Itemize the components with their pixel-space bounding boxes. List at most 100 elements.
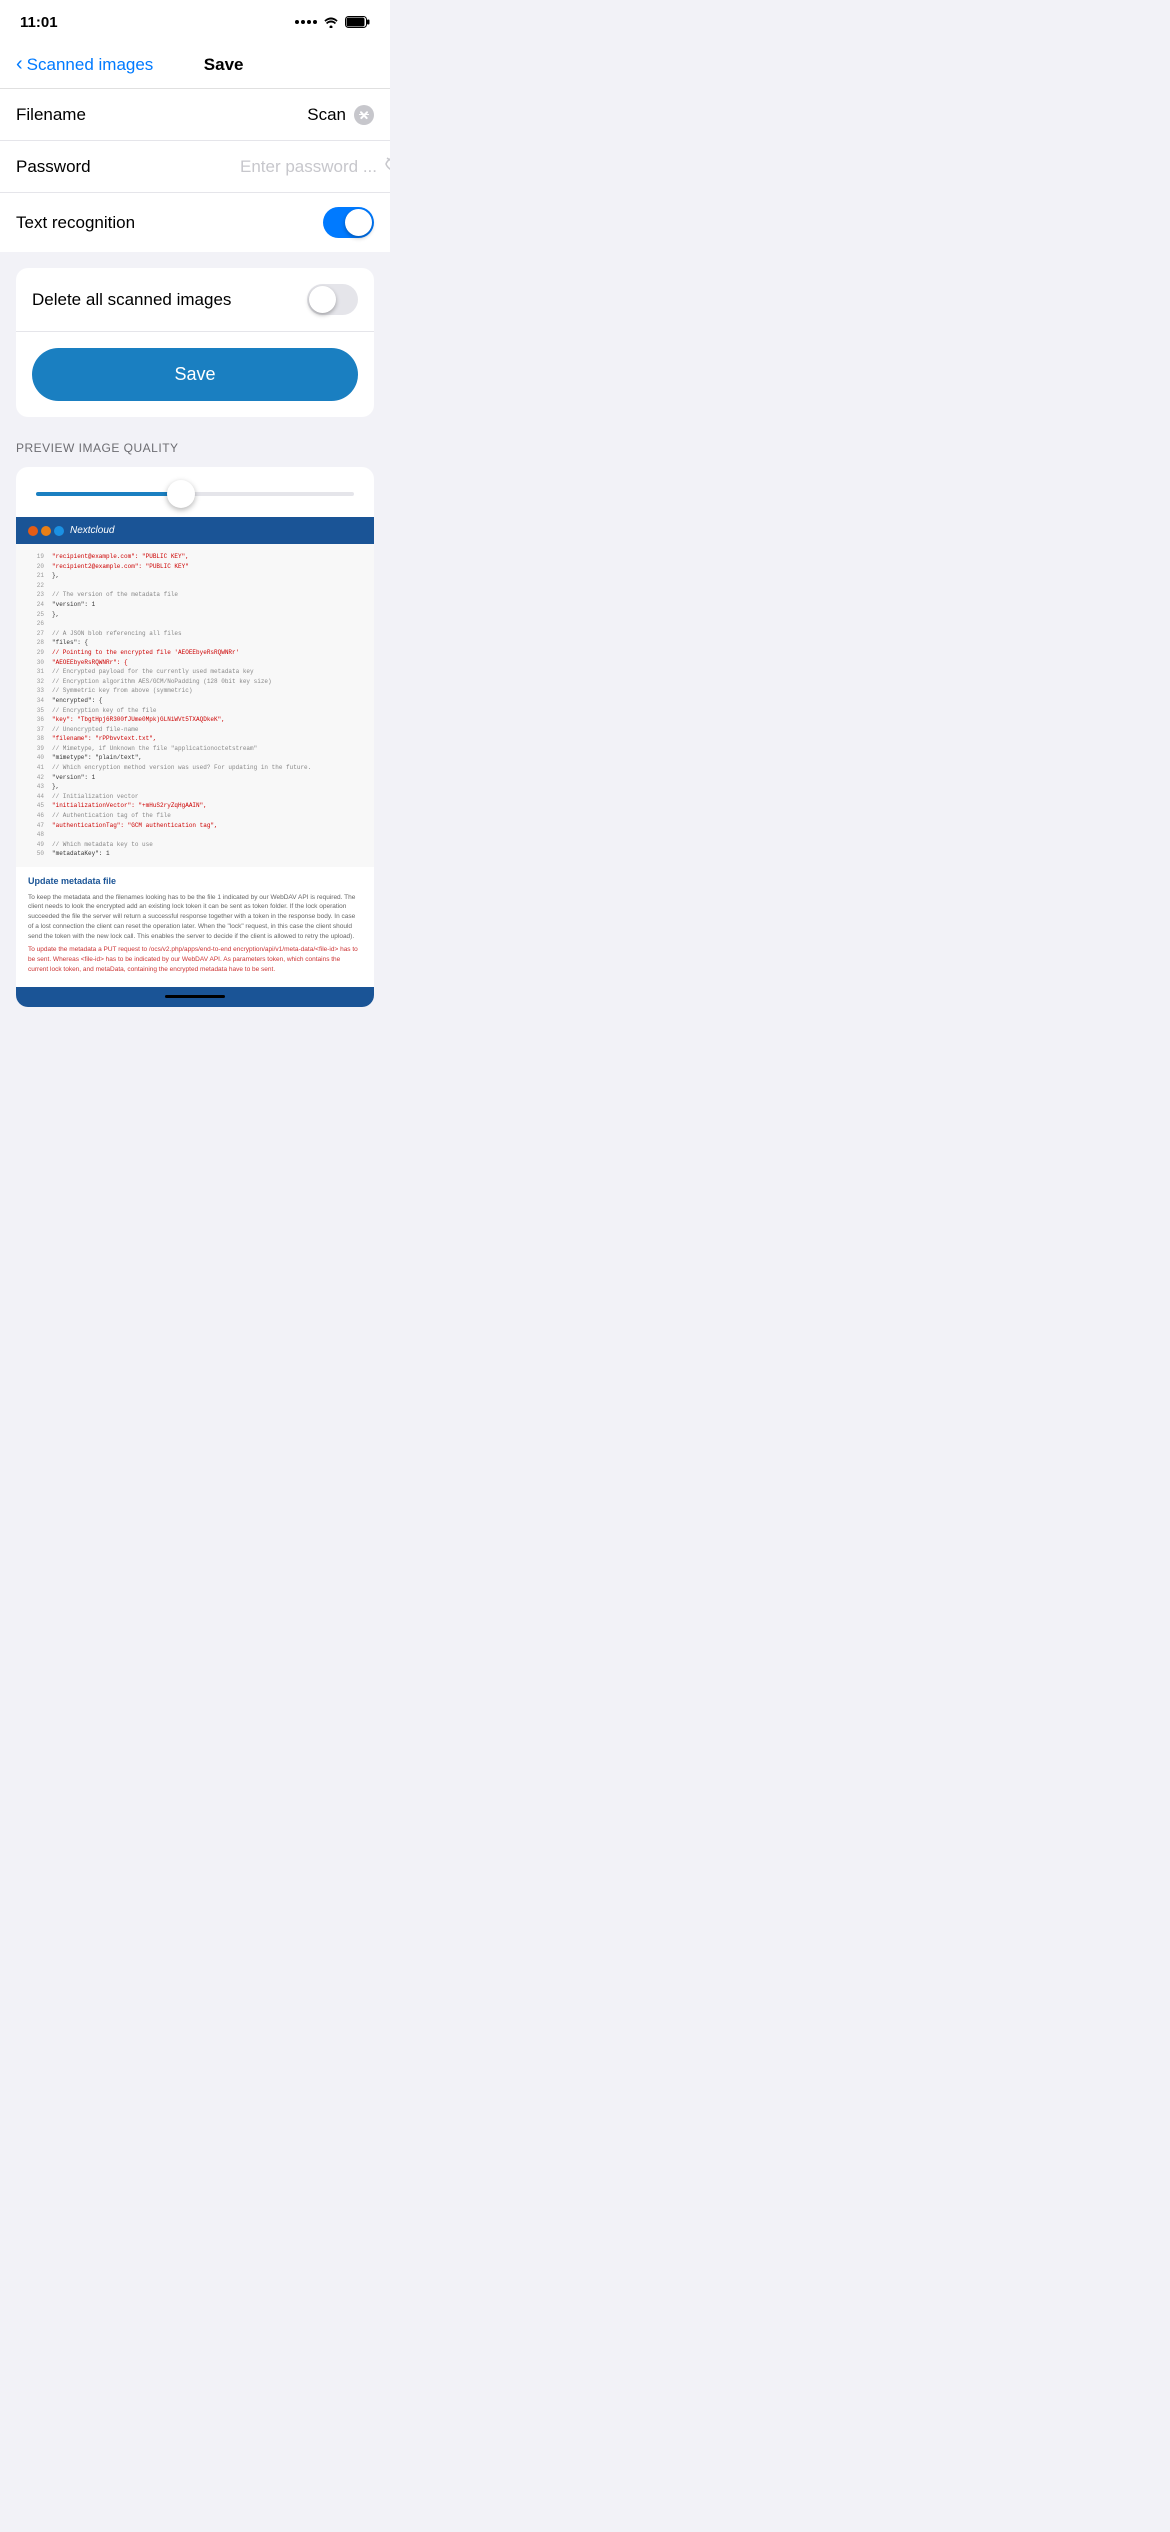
- text-paragraph: To keep the metadata and the filenames l…: [28, 893, 362, 942]
- delete-label: Delete all scanned images: [32, 290, 307, 310]
- code-line: 43},: [26, 782, 364, 792]
- line-number: 23: [26, 590, 44, 600]
- line-code: // Mimetype, if Unknown the file "applic…: [52, 744, 364, 754]
- code-line: 39 // Mimetype, if Unknown the file "appl…: [26, 744, 364, 754]
- line-code: "mimetype": "plain/text",: [52, 753, 364, 763]
- line-code: // Symmetric key from above (symmetric): [52, 686, 364, 696]
- code-line: 44// Initialization vector: [26, 792, 364, 802]
- password-label: Password: [16, 157, 156, 177]
- nav-title: Save: [153, 55, 294, 75]
- code-line: 27 // A JSON blob referencing all files: [26, 629, 364, 639]
- code-line: 31// Encrypted payload for the currently…: [26, 667, 364, 677]
- line-number: 27: [26, 629, 44, 639]
- line-code: // Unencrypted file-name: [52, 725, 364, 735]
- back-chevron-icon: ‹: [16, 53, 23, 76]
- code-line: 23 // The version of the metadata file: [26, 590, 364, 600]
- line-number: 28: [26, 638, 44, 648]
- code-line: 42 "version": 1: [26, 773, 364, 783]
- text-paragraph: To update the metadata a PUT request to …: [28, 945, 362, 974]
- home-indicator: [165, 995, 225, 998]
- nextcloud-header-bar: Nextcloud: [16, 517, 374, 544]
- line-number: 38: [26, 734, 44, 744]
- line-number: 45: [26, 801, 44, 811]
- text-section-heading: Update metadata file: [28, 875, 362, 889]
- line-number: 32: [26, 677, 44, 687]
- line-code: "version": 1: [52, 773, 364, 783]
- code-line: 29// Pointing to the encrypted file 'AEO…: [26, 648, 364, 658]
- line-code: // Encrypted payload for the currently u…: [52, 667, 364, 677]
- line-number: 24: [26, 600, 44, 610]
- form-card: Filename Scan Password Text rec: [0, 89, 390, 252]
- code-line: 30 "AEOEEbyeRsRQWNRr": {: [26, 658, 364, 668]
- delete-row: Delete all scanned images: [16, 268, 374, 332]
- code-line: 40 "mimetype": "plain/text",: [26, 753, 364, 763]
- line-number: 46: [26, 811, 44, 821]
- password-value-area: [156, 156, 390, 177]
- code-content-area: 19 "recipient@example.com": "PUBLIC KEY",…: [16, 544, 374, 867]
- line-number: 30: [26, 658, 44, 668]
- password-input[interactable]: [156, 157, 377, 177]
- code-line: 34"encrypted": {: [26, 696, 364, 706]
- line-number: 21: [26, 571, 44, 581]
- line-code: // The version of the metadata file: [52, 590, 364, 600]
- line-number: 40: [26, 753, 44, 763]
- quality-slider[interactable]: [36, 492, 354, 496]
- code-line: 49// Which metadata key to use: [26, 840, 364, 850]
- password-row: Password: [0, 141, 390, 193]
- slider-container: [16, 467, 374, 517]
- back-label: Scanned images: [27, 55, 154, 75]
- status-time: 11:01: [20, 14, 58, 31]
- line-number: 43: [26, 782, 44, 792]
- code-line: 47 "authenticationTag": "GCM authenticati…: [26, 821, 364, 831]
- line-code: // A JSON blob referencing all files: [52, 629, 364, 639]
- line-number: 39: [26, 744, 44, 754]
- line-code: // Which metadata key to use: [52, 840, 364, 850]
- eye-icon[interactable]: [385, 156, 390, 177]
- line-code: // Which encryption method version was u…: [52, 763, 364, 773]
- line-code: },: [52, 610, 364, 620]
- bottom-bar: [16, 987, 374, 1007]
- action-card: Delete all scanned images Save: [16, 268, 374, 417]
- clear-filename-button[interactable]: [354, 105, 374, 125]
- text-content-area: Update metadata file To keep the metadata…: [16, 867, 374, 987]
- code-line: 36"key": "TbgtHpj6R300fJUme0Mpk)GLNiWVt5…: [26, 715, 364, 725]
- line-code: "recipient2@example.com": "PUBLIC KEY": [52, 562, 364, 572]
- save-button[interactable]: Save: [32, 348, 358, 401]
- nc-logo-circle-1: [28, 526, 38, 536]
- code-line: 33// Symmetric key from above (symmetric…: [26, 686, 364, 696]
- line-number: 34: [26, 696, 44, 706]
- delete-toggle[interactable]: [307, 284, 358, 315]
- text-recognition-toggle[interactable]: [323, 207, 374, 238]
- code-line: 38"filename": "rPPbvvtext.txt",: [26, 734, 364, 744]
- line-number: 47: [26, 821, 44, 831]
- line-number: 20: [26, 562, 44, 572]
- line-code: "key": "TbgtHpj6R300fJUme0Mpk)GLNiWVt5TX…: [52, 715, 364, 725]
- line-number: 42: [26, 773, 44, 783]
- back-button[interactable]: ‹ Scanned images: [16, 54, 153, 76]
- line-code: "metadataKey": 1: [52, 849, 364, 859]
- code-line: 24"version": 1: [26, 600, 364, 610]
- code-line: 32// Encryption algorithm AES/GCM/NoPadd…: [26, 677, 364, 687]
- line-number: 44: [26, 792, 44, 802]
- line-code: },: [52, 782, 364, 792]
- line-code: "recipient@example.com": "PUBLIC KEY",: [52, 552, 364, 562]
- code-line: 37// Unencrypted file-name: [26, 725, 364, 735]
- line-number: 50: [26, 849, 44, 859]
- line-number: 19: [26, 552, 44, 562]
- line-code: // Authentication tag of the file: [52, 811, 364, 821]
- code-line: 35// Encryption key of the file: [26, 706, 364, 716]
- text-recognition-value-area: [156, 207, 374, 238]
- code-line: 20 "recipient2@example.com": "PUBLIC KEY": [26, 562, 364, 572]
- nextcloud-brand-text: Nextcloud: [70, 525, 114, 536]
- code-line: 22: [26, 581, 364, 591]
- line-code: // Pointing to the encrypted file 'AEOEE…: [52, 648, 364, 658]
- line-code: "files": {: [52, 638, 364, 648]
- line-code: "initializationVector": "+mHuS2ryZqHgAAI…: [52, 801, 364, 811]
- line-code: "AEOEEbyeRsRQWNRr": {: [52, 658, 364, 668]
- line-number: 35: [26, 706, 44, 716]
- code-line: 26: [26, 619, 364, 629]
- line-number: 41: [26, 763, 44, 773]
- save-button-container: Save: [16, 332, 374, 417]
- line-code: "authenticationTag": "GCM authentication…: [52, 821, 364, 831]
- line-code: [52, 619, 364, 629]
